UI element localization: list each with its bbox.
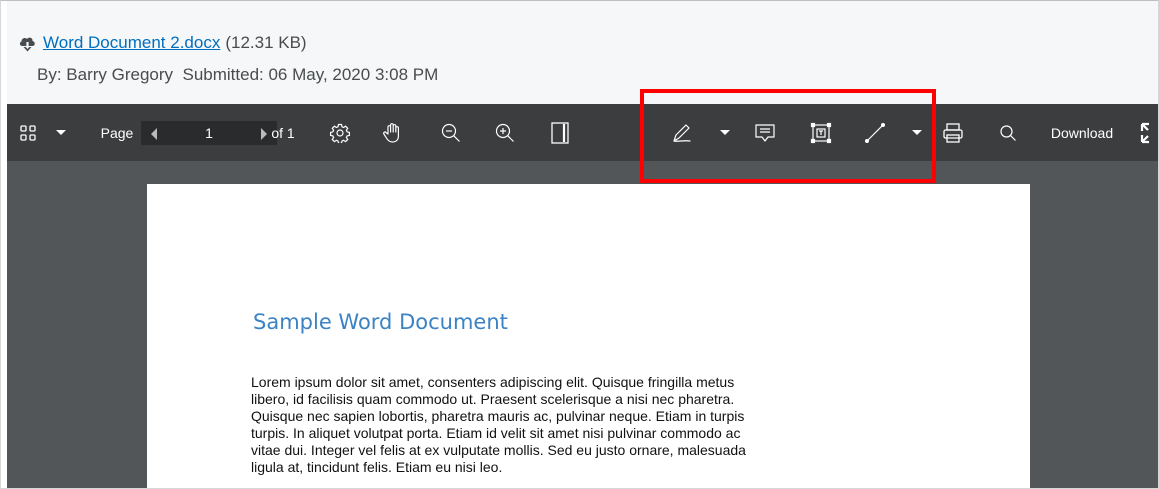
file-header: Word Document 2.docx (12.31 KB) By: Barr… <box>7 1 1158 104</box>
prev-page-icon[interactable] <box>151 127 158 145</box>
hand-pan-icon[interactable] <box>377 104 409 161</box>
page-navigator <box>141 121 277 145</box>
body-line: libero, id facilisis quam commodo ut. Pr… <box>251 391 735 407</box>
body-line: turpis. In aliquet volutpat porta. Etiam… <box>251 425 741 441</box>
document-page: Sample Word Document Lorem ipsum dolor s… <box>147 184 1030 488</box>
document-title: Sample Word Document <box>253 310 508 334</box>
page-count: of 1 <box>263 104 303 161</box>
submission-frame: Word Document 2.docx (12.31 KB) By: Barr… <box>0 0 1159 489</box>
body-line: Lorem ipsum dolor sit amet, consenters a… <box>251 374 735 390</box>
page-label-text: Page <box>100 124 134 141</box>
file-line: Word Document 2.docx (12.31 KB) <box>18 31 307 55</box>
fit-page-icon[interactable] <box>545 104 575 161</box>
dropdown-icon[interactable] <box>51 104 71 161</box>
viewer-toolbar: Page of 1 <box>7 104 1158 161</box>
settings-icon[interactable] <box>325 104 355 161</box>
body-line: Quisque nec sapien lobortis, pharetra ma… <box>251 408 745 424</box>
grid-icon[interactable] <box>15 104 41 161</box>
download-button[interactable]: Download <box>1041 104 1123 161</box>
annotation-tools-highlight <box>640 89 936 183</box>
print-icon[interactable] <box>937 104 969 161</box>
download-label: Download <box>1050 124 1114 141</box>
body-line: ligula at, tincidunt felis. Etiam eu nis… <box>251 459 503 475</box>
file-size: (12.31 KB) <box>225 33 307 52</box>
search-icon[interactable] <box>993 104 1023 161</box>
page-number-input[interactable] <box>184 121 234 145</box>
cloud-download-icon[interactable] <box>18 34 37 52</box>
document-body: Lorem ipsum dolor sit amet, consenters a… <box>251 374 911 476</box>
page-count-text: of 1 <box>271 124 295 141</box>
body-line: vitae dui. Integer vel felis at ex vulpu… <box>251 442 746 458</box>
zoom-in-icon[interactable] <box>489 104 521 161</box>
zoom-out-icon[interactable] <box>435 104 467 161</box>
page-label: Page <box>97 104 137 161</box>
file-name-link[interactable]: Word Document 2.docx <box>43 33 220 53</box>
fullscreen-icon[interactable] <box>1139 104 1158 161</box>
submission-info: By: Barry Gregory Submitted: 06 May, 202… <box>37 65 439 84</box>
